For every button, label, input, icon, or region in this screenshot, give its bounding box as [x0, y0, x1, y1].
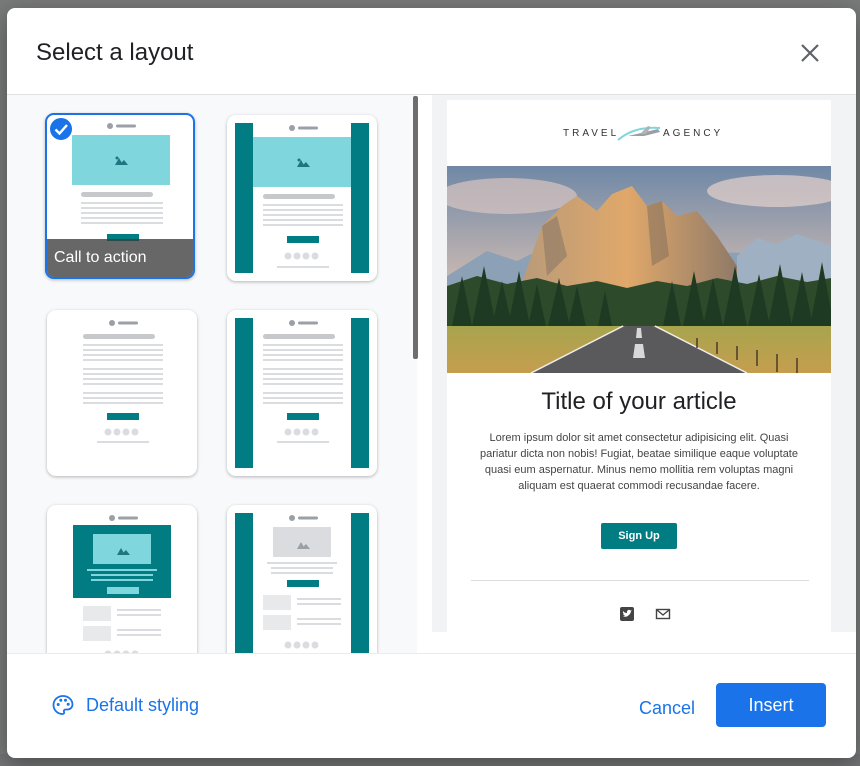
layout-list-scrollbar[interactable]: [413, 96, 418, 359]
layout-preview: TRAVEL AGENCY Title of your article Lore…: [447, 100, 831, 640]
layout-thumbnail-text-framed[interactable]: [227, 310, 377, 476]
footer-divider: [7, 653, 856, 654]
layout-thumbnail-call-to-action[interactable]: Call to action: [45, 113, 195, 279]
layout-thumbnail-feature-list[interactable]: [47, 505, 197, 653]
insert-button[interactable]: Insert: [716, 683, 826, 727]
layout-preview-graphic: [235, 513, 369, 653]
close-button[interactable]: [798, 41, 822, 65]
layout-thumbnail-feature-list-framed[interactable]: [227, 505, 377, 653]
preview-divider: [471, 580, 809, 581]
layout-preview-graphic: [73, 513, 171, 653]
twitter-icon: [620, 607, 634, 621]
hero-image: [447, 166, 831, 373]
selected-check-icon: [48, 116, 74, 142]
email-icon: [655, 608, 671, 620]
logo-text-right: AGENCY: [663, 128, 724, 139]
default-styling-button[interactable]: Default styling: [51, 691, 199, 719]
close-icon: [801, 44, 819, 62]
layout-thumbnail-text[interactable]: [47, 310, 197, 476]
preview-signup-button: Sign Up: [601, 523, 677, 549]
airplane-icon: [617, 126, 661, 141]
default-styling-label: Default styling: [86, 694, 200, 715]
layout-list[interactable]: Call to action: [7, 95, 417, 653]
travel-agency-logo: TRAVEL AGENCY: [447, 124, 831, 144]
cancel-button[interactable]: Cancel: [629, 691, 705, 725]
select-layout-dialog: Select a layout Call to action TRAVEL AG…: [7, 8, 856, 758]
layout-preview-graphic: [235, 318, 369, 468]
layout-thumbnail-call-to-action-framed[interactable]: [227, 115, 377, 281]
logo-text-left: TRAVEL: [563, 128, 620, 139]
layout-preview-graphic: [235, 123, 369, 273]
layout-preview-graphic: [73, 318, 171, 468]
palette-icon: [52, 695, 74, 715]
dialog-title: Select a layout: [36, 39, 194, 66]
preview-article-body: Lorem ipsum dolor sit amet consectetur a…: [480, 432, 798, 492]
layout-caption: Call to action: [47, 239, 193, 277]
preview-article-title: Title of your article: [541, 388, 737, 415]
